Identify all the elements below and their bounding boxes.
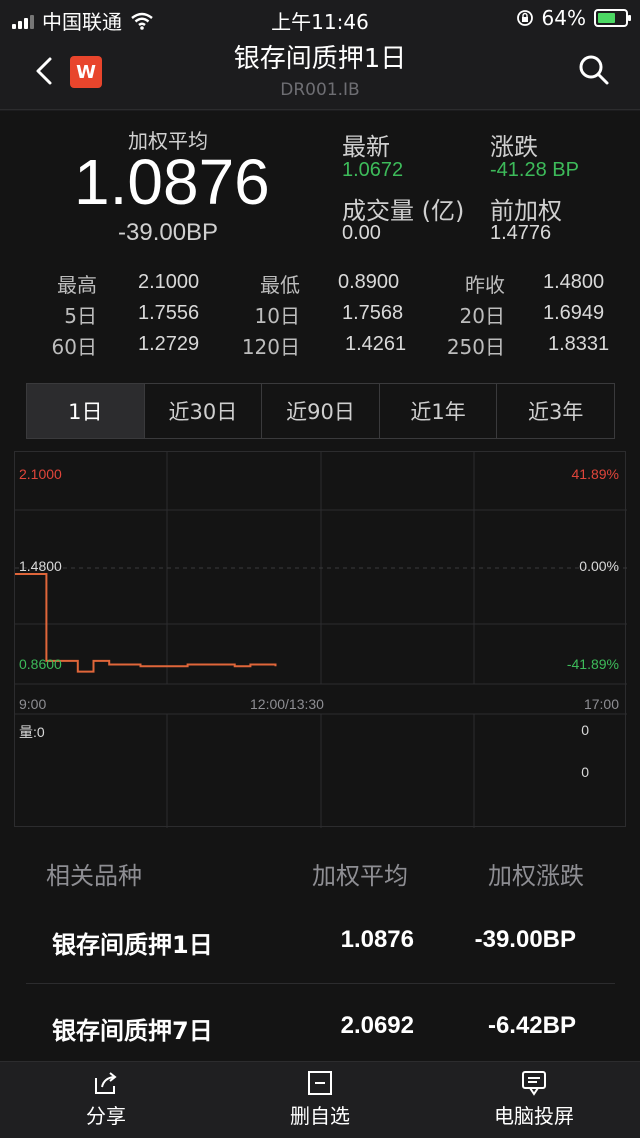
row-divider	[26, 983, 615, 984]
volume-value: 0.00	[342, 222, 381, 244]
stat-value: 1.4261	[345, 333, 407, 355]
related-name: 银存间质押1日	[52, 931, 213, 959]
chart-canvas	[15, 452, 627, 828]
bottom-action-bar: 分享 删自选 电脑投屏	[0, 1061, 640, 1138]
prev-label: 前加权	[490, 197, 562, 225]
related-header-name: 相关品种	[46, 862, 142, 890]
status-bar: 中国联通 上午11:46 64%	[0, 0, 640, 34]
x-tick-end: 17:00	[583, 696, 619, 712]
pct-tick-top: 41.89%	[571, 466, 619, 482]
screen-cast-icon	[522, 1071, 546, 1096]
stat-value: 1.4800	[543, 271, 605, 293]
stat-label: 250日	[446, 335, 505, 359]
battery-percent: 64%	[541, 6, 586, 30]
y-tick-top: 2.1000	[19, 466, 62, 482]
stat-label: 5日	[64, 304, 97, 328]
page-title: 银存间质押1日	[233, 44, 407, 74]
x-tick-start: 9:00	[19, 696, 47, 712]
y-tick-bot: 0.8600	[19, 656, 62, 672]
tab-90d[interactable]: 近90日	[262, 384, 380, 438]
orientation-lock-icon	[516, 10, 533, 26]
search-icon[interactable]	[578, 54, 610, 86]
share-icon	[95, 1072, 117, 1094]
volume-tick-top: 0	[581, 722, 589, 738]
share-button[interactable]: 分享	[36, 1070, 176, 1129]
stat-label: 10日	[254, 304, 300, 328]
tab-3y[interactable]: 近3年	[497, 384, 614, 438]
battery-icon	[594, 9, 631, 27]
stat-value: 1.6949	[543, 302, 605, 324]
stat-value: 0.8900	[338, 271, 400, 293]
remove-watchlist-button[interactable]: 删自选	[250, 1070, 390, 1129]
stat-label: 20日	[459, 304, 505, 328]
avg-value: 1.0876	[74, 146, 270, 218]
related-chg: -39.00BP	[474, 926, 576, 953]
stat-label: 昨收	[465, 273, 505, 297]
stat-label: 最高	[57, 273, 97, 297]
share-label: 分享	[86, 1104, 126, 1128]
intraday-chart[interactable]: 2.1000 1.4800 0.8600 41.89% 0.00% -41.89…	[14, 451, 627, 828]
stat-label: 120日	[241, 335, 300, 359]
cast-to-pc-button[interactable]: 电脑投屏	[464, 1070, 604, 1129]
prev-value: 1.4776	[490, 222, 552, 244]
avg-change: -39.00BP	[118, 219, 219, 246]
stat-value: 2.1000	[138, 271, 200, 293]
related-name: 银存间质押7日	[52, 1017, 213, 1045]
related-avg: 2.0692	[340, 1012, 414, 1039]
remove-watchlist-label: 删自选	[290, 1104, 350, 1128]
x-tick-mid: 12:00/13:30	[250, 696, 324, 712]
tab-1d[interactable]: 1日	[27, 384, 145, 438]
change-value: -41.28 BP	[490, 159, 579, 181]
stat-label: 60日	[51, 335, 97, 359]
volume-label: 量:0	[19, 724, 45, 740]
stat-value: 1.2729	[138, 333, 200, 355]
related-header-chg: 加权涨跌	[488, 862, 584, 890]
stat-value: 1.7556	[138, 302, 200, 324]
stat-value: 1.8331	[548, 333, 610, 355]
period-tabs: 1日 近30日 近90日 近1年 近3年	[26, 383, 615, 439]
cast-to-pc-label: 电脑投屏	[494, 1104, 574, 1128]
latest-label: 最新	[342, 133, 390, 161]
tab-1y[interactable]: 近1年	[380, 384, 498, 438]
stat-label: 最低	[260, 273, 300, 297]
quote-main: 加权平均 1.0876 -39.00BP 最新 1.0672 涨跌 -41.28…	[0, 111, 640, 1061]
related-header-avg: 加权平均	[312, 862, 408, 890]
volume-tick-bot: 0	[581, 764, 589, 780]
y-tick-mid: 1.4800	[19, 558, 62, 574]
related-chg: -6.42BP	[487, 1012, 576, 1039]
related-avg: 1.0876	[340, 926, 414, 953]
pct-tick-mid: 0.00%	[579, 558, 619, 574]
pct-tick-bot: -41.89%	[566, 656, 619, 672]
latest-value: 1.0672	[342, 159, 404, 181]
minus-square-icon	[308, 1071, 332, 1095]
security-code: DR001.IB	[280, 80, 360, 100]
nav-bar: W 银存间质押1日 DR001.IB	[0, 34, 640, 110]
stat-value: 1.7568	[342, 302, 404, 324]
tab-30d[interactable]: 近30日	[145, 384, 263, 438]
volume-label: 成交量 (亿)	[342, 197, 465, 225]
change-label: 涨跌	[490, 133, 538, 161]
